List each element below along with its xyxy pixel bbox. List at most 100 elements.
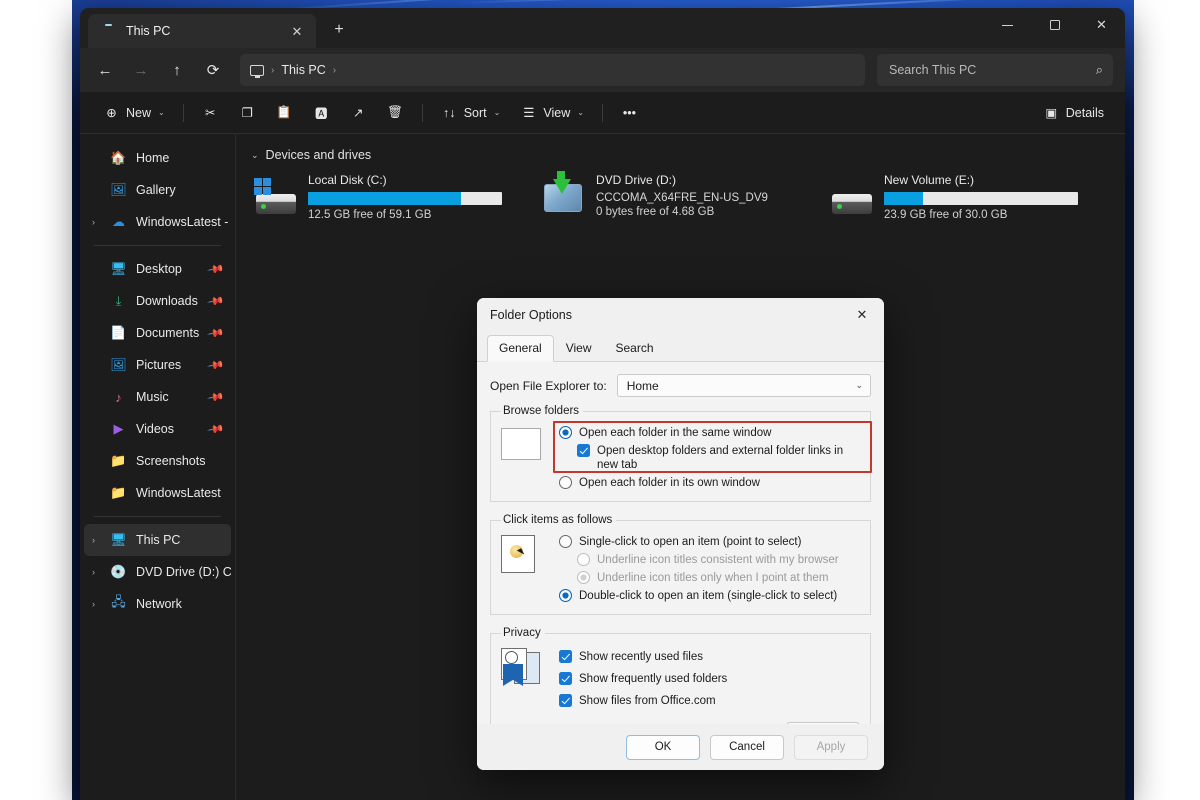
local-disk-icon <box>830 178 874 218</box>
checkbox-new-tab[interactable]: Open desktop folders and external folder… <box>559 442 860 474</box>
sidebar-divider <box>94 245 221 246</box>
drive-capacity-fill <box>884 192 923 205</box>
paste-button[interactable]: 📋 <box>267 98 302 128</box>
sidebar-item-music[interactable]: ♪ Music 📌 <box>84 381 231 413</box>
sort-button[interactable]: ↑↓ Sort ⌄ <box>432 98 510 128</box>
rename-button[interactable]: 🅰 <box>304 98 339 128</box>
up-button[interactable]: ↑ <box>160 54 194 86</box>
sidebar-item-label: Desktop <box>136 262 182 276</box>
drive-item[interactable]: DVD Drive (D:) CCCOMA_X64FRE_EN-US_DV9 0 b… <box>542 171 810 221</box>
trash-icon: 🗑 <box>387 105 404 119</box>
sidebar-item-home[interactable]: 🏠 Home <box>84 142 231 174</box>
sidebar-item-network[interactable]: › 🖧 Network <box>84 588 231 620</box>
cut-button[interactable]: ✂ <box>193 98 228 128</box>
open-to-select[interactable]: Home ⌄ <box>616 374 871 397</box>
sidebar-item-label: DVD Drive (D:) CCC <box>136 565 231 579</box>
back-button[interactable]: ← <box>88 54 122 86</box>
minimize-button[interactable] <box>984 8 1031 42</box>
cancel-button[interactable]: Cancel <box>710 734 784 760</box>
close-tab-icon[interactable]: ✕ <box>286 20 308 42</box>
sidebar-item-label: This PC <box>136 533 181 547</box>
dialog-footer: OK Cancel Apply <box>477 724 884 770</box>
sidebar-item-videos[interactable]: ▶ Videos 📌 <box>84 413 231 445</box>
details-pane-button[interactable]: ▣ Details <box>1034 98 1113 128</box>
screen: This PC ✕ + ✕ ← → ↑ ⟳ › This PC › Search… <box>0 0 1200 800</box>
refresh-button[interactable]: ⟳ <box>196 54 230 86</box>
tab-general[interactable]: General <box>487 335 554 362</box>
checkbox-frequent-folders[interactable]: Show frequently used folders <box>559 668 860 690</box>
breadcrumb-this-pc[interactable]: This PC <box>281 63 325 77</box>
this-pc-icon <box>250 64 264 78</box>
close-dialog-button[interactable]: ✕ <box>846 302 878 328</box>
checkbox-office-files[interactable]: Show files from Office.com <box>559 690 860 712</box>
search-input[interactable]: Search This PC ⌕ <box>877 54 1113 86</box>
drive-name: DVD Drive (D:) <box>596 173 676 187</box>
sidebar-item-downloads[interactable]: ⤓ Downloads 📌 <box>84 285 231 317</box>
videos-icon: ▶ <box>113 421 124 436</box>
chevron-right-icon[interactable]: › <box>92 524 95 556</box>
click-items-group: Click items as follows Single-click to o… <box>490 514 871 615</box>
devices-and-drives-header[interactable]: ⌄ Devices and drives <box>246 146 1125 172</box>
chevron-right-icon[interactable]: › <box>92 556 95 588</box>
maximize-button[interactable] <box>1031 8 1078 42</box>
sidebar-item-dvd-drive-d-ccc[interactable]: › 💿 DVD Drive (D:) CCC <box>84 556 231 588</box>
radio-underline-point-label: Underline icon titles only when I point … <box>597 572 829 584</box>
sidebar-item-desktop[interactable]: 🖥 Desktop 📌 <box>84 253 231 285</box>
radio-own-window[interactable]: Open each folder in its own window <box>559 474 860 492</box>
click-items-legend: Click items as follows <box>503 514 613 526</box>
radio-same-window[interactable]: Open each folder in the same window <box>559 424 860 442</box>
copy-icon: ❐ <box>241 106 253 120</box>
sidebar-item-screenshots[interactable]: 📁 Screenshots <box>84 445 231 477</box>
new-tab-button[interactable]: + <box>324 15 354 45</box>
radio-indicator <box>559 476 572 489</box>
rename-icon: 🅰 <box>314 107 328 121</box>
breadcrumb[interactable]: › This PC › <box>240 54 865 86</box>
chevron-down-icon: ⌄ <box>493 108 501 117</box>
radio-single-click[interactable]: Single-click to open an item (point to s… <box>559 533 860 551</box>
sidebar-item-documents[interactable]: 📄 Documents 📌 <box>84 317 231 349</box>
more-options-button[interactable]: ••• <box>612 98 647 128</box>
sidebar-item-label: Home <box>136 151 170 165</box>
forward-button[interactable]: → <box>124 54 158 86</box>
sidebar-item-windowslatest-pe[interactable]: › ☁ WindowsLatest - Pe <box>84 206 231 238</box>
drive-capacity-fill <box>308 192 462 205</box>
home-icon: 🏠 <box>110 150 127 165</box>
dvd-drive-icon: 💿 <box>110 564 127 579</box>
tab-search[interactable]: Search <box>604 335 666 362</box>
ok-button[interactable]: OK <box>626 734 700 760</box>
view-button[interactable]: ☰ View ⌄ <box>511 98 593 128</box>
group-label: Devices and drives <box>265 148 372 162</box>
drive-item[interactable]: New Volume (E:) 23.9 GB free of 30.0 GB <box>830 172 1098 221</box>
close-window-button[interactable]: ✕ <box>1078 8 1125 42</box>
downloads-icon: ⤓ <box>115 293 122 308</box>
copy-button[interactable]: ❐ <box>230 98 265 128</box>
this-pc-icon: 🖥 <box>110 532 127 547</box>
sidebar-item-windowslatest[interactable]: 📁 WindowsLatest <box>84 477 231 509</box>
checkbox-recent-files[interactable]: Show recently used files <box>559 646 860 668</box>
chevron-down-icon: ⌄ <box>577 108 584 117</box>
tab-view[interactable]: View <box>554 335 604 362</box>
drive-item[interactable]: Local Disk (C:) 12.5 GB free of 59.1 GB <box>254 172 522 221</box>
desktop-icon: 🖥 <box>110 261 127 276</box>
radio-double-click[interactable]: Double-click to open an item (single-cli… <box>559 587 860 605</box>
divider <box>182 103 184 122</box>
share-button[interactable]: ↗ <box>341 98 376 128</box>
gallery-icon: 🖼 <box>110 182 127 197</box>
chevron-right-icon[interactable]: › <box>92 206 95 238</box>
search-icon: ⌕ <box>1095 62 1103 77</box>
sidebar-item-gallery[interactable]: 🖼 Gallery <box>84 174 231 206</box>
tab-this-pc[interactable]: This PC ✕ <box>88 14 316 48</box>
apply-button[interactable]: Apply <box>794 734 868 760</box>
pictures-icon: 🖼 <box>110 357 127 372</box>
breadcrumb-separator-2: › <box>332 64 337 76</box>
delete-button[interactable]: 🗑 <box>378 98 413 128</box>
sidebar-item-this-pc[interactable]: › 🖥 This PC <box>84 524 231 556</box>
chevron-right-icon[interactable]: › <box>92 588 95 620</box>
new-button[interactable]: ⊕ New ⌄ <box>94 98 174 128</box>
drive-volume-label: CCCOMA_X64FRE_EN-US_DV9 <box>596 192 768 204</box>
open-to-label: Open File Explorer to: <box>490 378 607 393</box>
sidebar-item-pictures[interactable]: 🖼 Pictures 📌 <box>84 349 231 381</box>
pin-icon: 📌 <box>206 260 225 279</box>
open-to-value: Home <box>626 378 659 393</box>
drive-info: DVD Drive (D:) CCCOMA_X64FRE_EN-US_DV9 0 b… <box>596 172 810 221</box>
